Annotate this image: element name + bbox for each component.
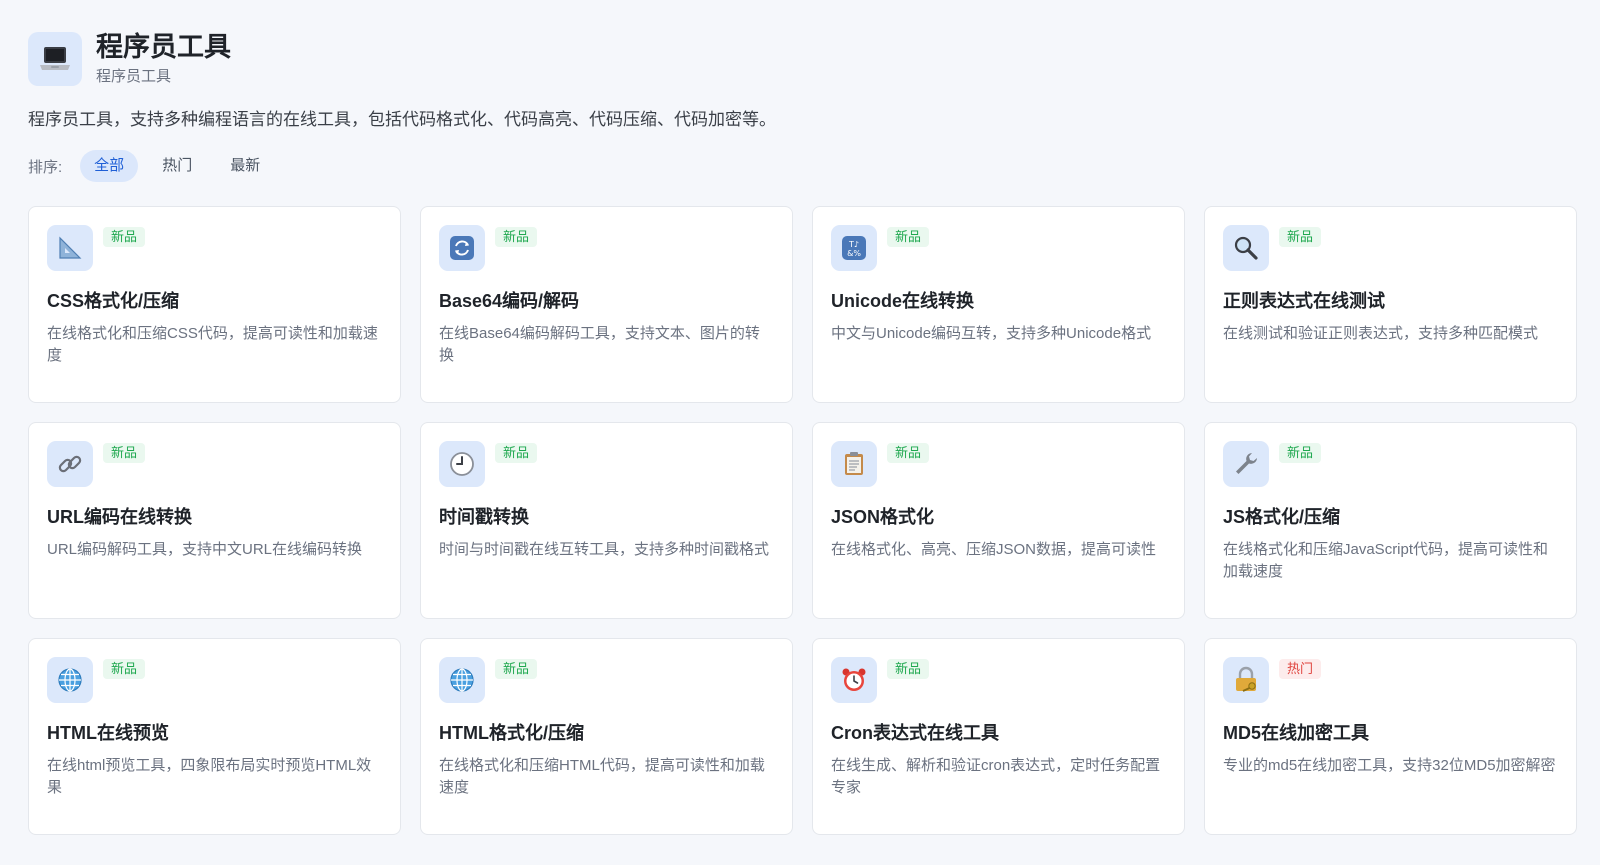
status-badge: 新品 (103, 659, 146, 679)
tool-grid: 新品 CSS格式化/压缩 在线格式化和压缩CSS代码，提高可读性和加载速度 新品 (28, 206, 1577, 835)
status-badge: 新品 (887, 659, 930, 679)
svg-text:&%: &% (847, 249, 861, 258)
sort-tab-latest[interactable]: 最新 (216, 150, 274, 182)
tool-title: Cron表达式在线工具 (831, 723, 999, 743)
tool-card-url-encode[interactable]: 新品 URL编码在线转换 URL编码解码工具，支持中文URL在线编码转换 (28, 422, 401, 619)
tool-title: 时间戳转换 (439, 507, 529, 527)
page-subtitle: 程序员工具 (96, 68, 172, 85)
sort-label: 排序: (28, 158, 63, 176)
status-badge: 新品 (495, 227, 538, 247)
tool-description: 专业的md5在线加密工具，支持32位MD5加密解密 (1223, 757, 1556, 774)
refresh-icon (439, 225, 485, 271)
triangle-ruler-icon (47, 225, 93, 271)
tool-card-md5[interactable]: 热门 MD5在线加密工具 专业的md5在线加密工具，支持32位MD5加密解密 (1204, 638, 1577, 835)
tool-title: Unicode在线转换 (831, 291, 975, 311)
magnifier-icon (1223, 225, 1269, 271)
clipboard-icon (831, 441, 877, 487)
sort-tab-hot[interactable]: 热门 (148, 150, 206, 182)
svg-text:T♪: T♪ (848, 240, 859, 249)
tool-card-cron[interactable]: 新品 Cron表达式在线工具 在线生成、解析和验证cron表达式，定时任务配置专… (812, 638, 1185, 835)
symbols-icon: T♪ &% (831, 225, 877, 271)
sort-bar: 排序: 全部 热门 最新 (28, 150, 1574, 182)
tool-title: JSON格式化 (831, 507, 935, 527)
status-badge: 新品 (103, 443, 146, 463)
tool-card-json[interactable]: 新品 JSON格式化 在线格式化、高亮、压缩JSON数据，提高可读性 (812, 422, 1185, 619)
status-badge: 新品 (887, 227, 930, 247)
tool-title: HTML格式化/压缩 (439, 723, 584, 743)
tool-title: HTML在线预览 (47, 723, 169, 743)
globe-icon (439, 657, 485, 703)
alarm-clock-icon (831, 657, 877, 703)
tool-card-timestamp[interactable]: 新品 时间戳转换 时间与时间戳在线互转工具，支持多种时间戳格式 (420, 422, 793, 619)
tool-description: 在线Base64编码解码工具，支持文本、图片的转换 (439, 325, 760, 364)
tool-title: CSS格式化/压缩 (47, 291, 180, 311)
sort-tab-all[interactable]: 全部 (80, 150, 139, 182)
status-badge: 新品 (1279, 443, 1322, 463)
tool-card-regex[interactable]: 新品 正则表达式在线测试 在线测试和验证正则表达式，支持多种匹配模式 (1204, 206, 1577, 403)
page-title: 程序员工具 (96, 32, 231, 62)
status-badge: 新品 (1279, 227, 1322, 247)
page-description: 程序员工具，支持多种编程语言的在线工具，包括代码格式化、代码高亮、代码压缩、代码… (28, 110, 776, 129)
tool-card-html-formatter[interactable]: 新品 HTML格式化/压缩 在线格式化和压缩HTML代码，提高可读性和加载速度 (420, 638, 793, 835)
tool-title: Base64编码/解码 (439, 291, 580, 311)
tool-card-js-formatter[interactable]: 新品 JS格式化/压缩 在线格式化和压缩JavaScript代码，提高可读性和加… (1204, 422, 1577, 619)
tool-description: 在线格式化和压缩CSS代码，提高可读性和加载速度 (47, 325, 378, 364)
globe-icon (47, 657, 93, 703)
tool-card-unicode[interactable]: T♪ &% 新品 Unicode在线转换 中文与Unicode编码互转，支持多种… (812, 206, 1185, 403)
status-badge: 热门 (1279, 659, 1322, 679)
status-badge: 新品 (103, 227, 146, 247)
tool-description: 在线生成、解析和验证cron表达式，定时任务配置专家 (831, 757, 1161, 796)
tool-description: 在线格式化和压缩HTML代码，提高可读性和加载速度 (439, 757, 765, 796)
tool-card-css-formatter[interactable]: 新品 CSS格式化/压缩 在线格式化和压缩CSS代码，提高可读性和加载速度 (28, 206, 401, 403)
tool-title: JS格式化/压缩 (1223, 507, 1341, 527)
tool-description: 在线格式化和压缩JavaScript代码，提高可读性和加载速度 (1223, 541, 1549, 580)
tool-description: 在线格式化、高亮、压缩JSON数据，提高可读性 (831, 541, 1157, 558)
tool-description: 在线测试和验证正则表达式，支持多种匹配模式 (1223, 325, 1539, 342)
status-badge: 新品 (495, 443, 538, 463)
link-icon (47, 441, 93, 487)
tool-title: 正则表达式在线测试 (1223, 291, 1385, 311)
clock-icon (439, 441, 485, 487)
tool-title: MD5在线加密工具 (1223, 723, 1370, 743)
laptop-icon (28, 32, 82, 86)
status-badge: 新品 (887, 443, 930, 463)
wrench-icon (1223, 441, 1269, 487)
page-header: 程序员工具 程序员工具 (28, 28, 1574, 90)
tool-description: URL编码解码工具，支持中文URL在线编码转换 (47, 541, 363, 558)
page: 程序员工具 程序员工具 程序员工具，支持多种编程语言的在线工具，包括代码格式化、… (0, 0, 1600, 865)
tool-card-html-preview[interactable]: 新品 HTML在线预览 在线html预览工具，四象限布局实时预览HTML效果 (28, 638, 401, 835)
tool-title: URL编码在线转换 (47, 507, 192, 527)
tool-description: 在线html预览工具，四象限布局实时预览HTML效果 (47, 757, 372, 796)
status-badge: 新品 (495, 659, 538, 679)
tool-card-base64[interactable]: 新品 Base64编码/解码 在线Base64编码解码工具，支持文本、图片的转换 (420, 206, 793, 403)
tool-description: 时间与时间戳在线互转工具，支持多种时间戳格式 (439, 541, 770, 558)
padlock-key-icon (1223, 657, 1269, 703)
tool-description: 中文与Unicode编码互转，支持多种Unicode格式 (831, 325, 1152, 342)
